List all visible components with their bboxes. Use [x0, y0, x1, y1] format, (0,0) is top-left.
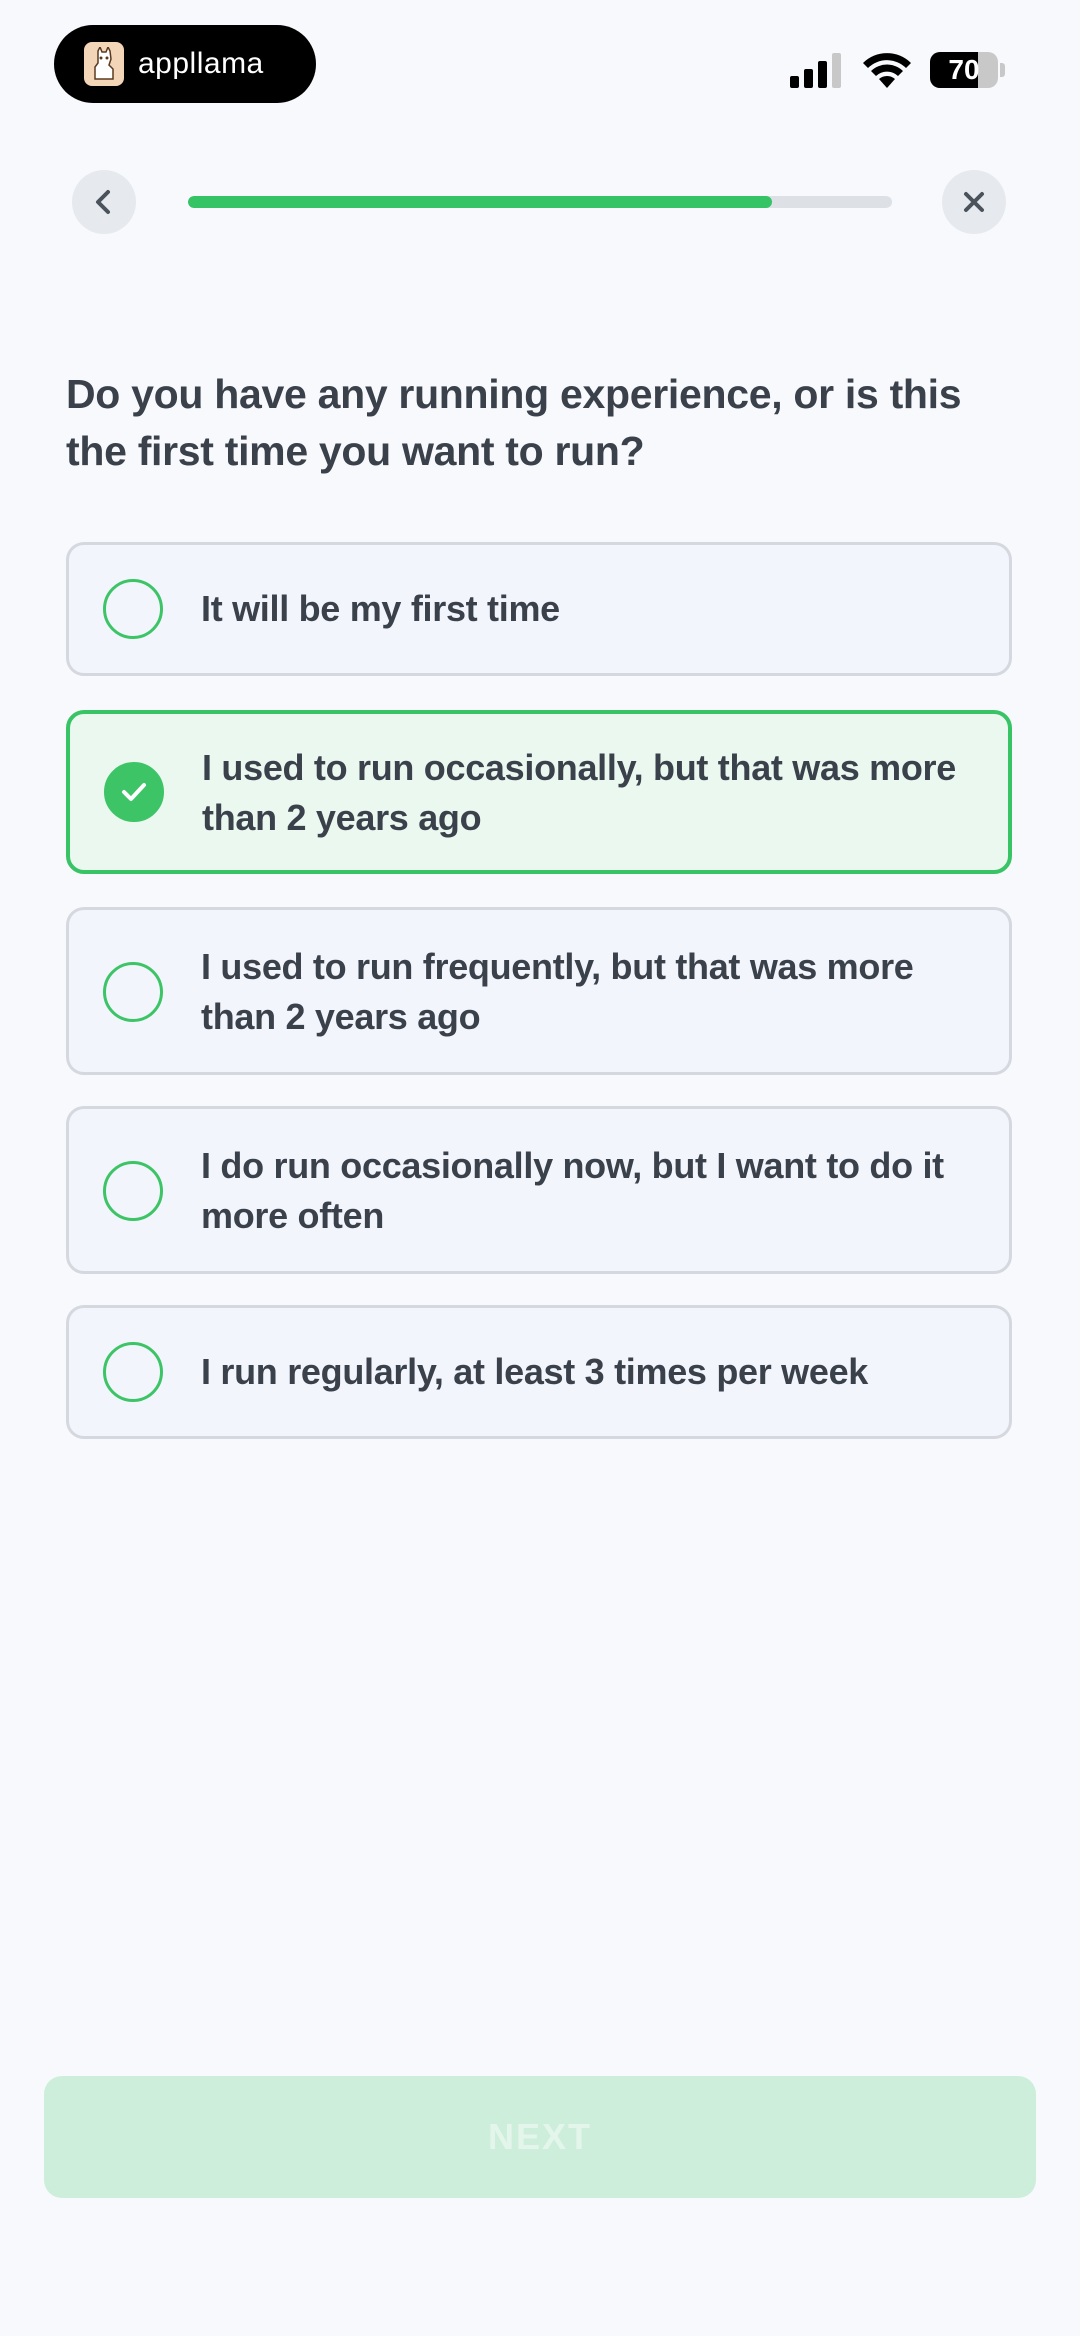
option-label: I do run occasionally now, but I want to…	[201, 1145, 944, 1236]
check-circle-icon[interactable]	[104, 762, 164, 822]
battery-level: 70	[948, 54, 980, 85]
next-button[interactable]: NEXT	[44, 2076, 1036, 2198]
progress-fill	[188, 196, 773, 208]
option-label: I used to run occasionally, but that was…	[202, 747, 956, 838]
option-run-occasionally-now[interactable]: I do run occasionally now, but I want to…	[66, 1106, 1012, 1274]
wifi-icon	[863, 53, 911, 88]
app-badge: appllama	[54, 25, 316, 103]
llama-logo-icon	[84, 42, 124, 86]
radio-icon[interactable]	[103, 1342, 163, 1402]
option-first-time[interactable]: It will be my first time	[66, 542, 1012, 676]
radio-icon[interactable]	[103, 579, 163, 639]
progress-bar	[188, 196, 892, 208]
close-icon	[964, 192, 984, 212]
option-label: It will be my first time	[201, 588, 560, 629]
next-button-label: NEXT	[487, 2116, 592, 2157]
chevron-left-icon	[96, 190, 110, 214]
option-used-to-run-occasionally[interactable]: I used to run occasionally, but that was…	[66, 710, 1012, 874]
signal-icon	[790, 53, 841, 88]
option-label: I run regularly, at least 3 times per we…	[201, 1351, 869, 1392]
app-name: appllama	[138, 47, 264, 80]
radio-icon[interactable]	[103, 962, 163, 1022]
radio-icon[interactable]	[103, 1161, 163, 1221]
option-label: I used to run frequently, but that was m…	[201, 946, 914, 1037]
question-title: Do you have any running experience, or i…	[66, 371, 962, 474]
status-bar: appllama 70	[0, 0, 1080, 110]
battery-icon: 70	[930, 52, 1006, 88]
option-used-to-run-frequently[interactable]: I used to run frequently, but that was m…	[66, 907, 1012, 1075]
close-button[interactable]	[942, 170, 1006, 234]
back-button[interactable]	[72, 170, 136, 234]
option-run-regularly[interactable]: I run regularly, at least 3 times per we…	[66, 1305, 1012, 1439]
